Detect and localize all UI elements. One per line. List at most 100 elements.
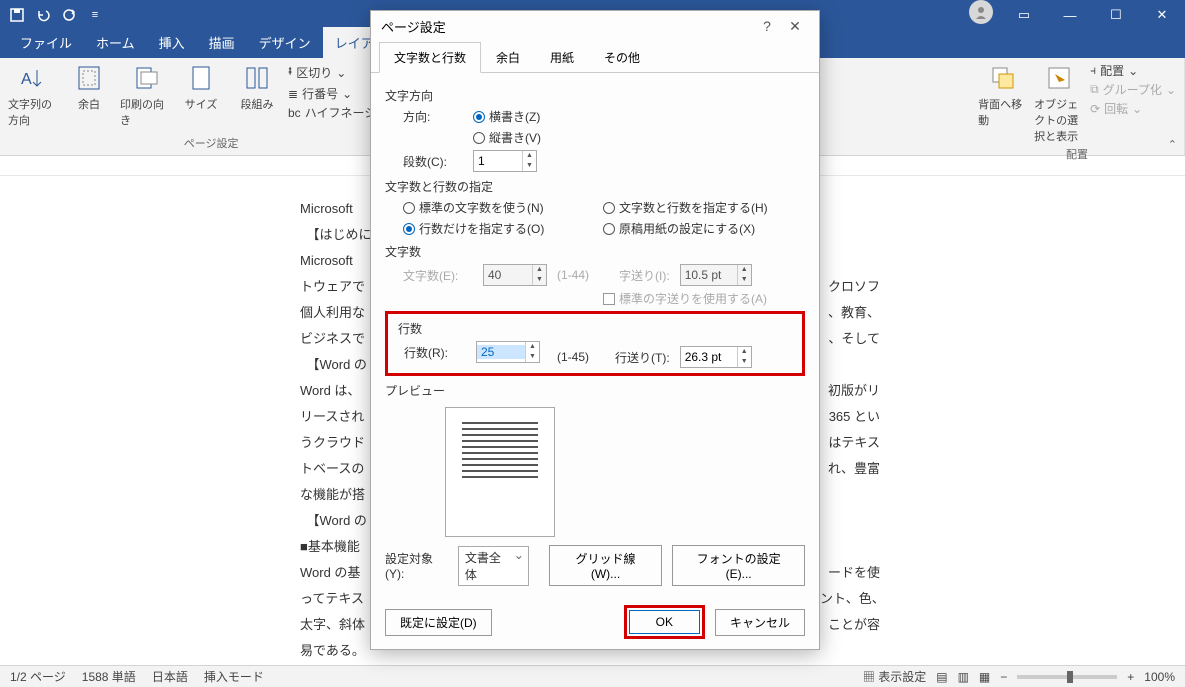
spinner-line-pitch[interactable]: ▲▼: [680, 346, 752, 368]
label-char-pitch: 字送り(I):: [619, 267, 670, 284]
zoom-slider[interactable]: [1017, 675, 1117, 679]
tab-file[interactable]: ファイル: [8, 27, 84, 58]
status-insert-mode[interactable]: 挿入モード: [204, 668, 264, 685]
btn-cancel[interactable]: キャンセル: [715, 609, 805, 636]
dlg-tab-margins[interactable]: 余白: [481, 42, 535, 73]
page-setup-dialog: ページ設定 ? ✕ 文字数と行数 余白 用紙 その他 文字方向 方向: 横書き(…: [370, 10, 820, 650]
dialog-close-button[interactable]: ✕: [781, 18, 809, 35]
maximize-button[interactable]: ☐: [1093, 0, 1139, 30]
ribbon-collapse-icon[interactable]: ⌃: [1168, 138, 1177, 151]
save-icon[interactable]: [6, 4, 28, 26]
btn-set-default[interactable]: 既定に設定(D): [385, 609, 492, 636]
checkbox-std-pitch: 標準の字送りを使用する(A): [603, 290, 767, 307]
label: 文字列の方向: [8, 96, 58, 128]
preview-pane: [445, 407, 555, 537]
spinner-lines[interactable]: ▲▼: [476, 341, 540, 363]
doc-line: [820, 196, 880, 222]
radio-horizontal[interactable]: 横書き(Z): [473, 108, 540, 125]
qat-customize-icon[interactable]: ≡: [84, 4, 106, 26]
zoom-in-button[interactable]: +: [1127, 670, 1134, 684]
radio-chars-and-lines[interactable]: 文字数と行数を指定する(H): [603, 199, 768, 216]
view-print-icon[interactable]: ▥: [958, 670, 969, 684]
doc-line: [820, 248, 880, 274]
doc-line: ードを使: [820, 560, 880, 586]
account-avatar-icon[interactable]: [969, 0, 993, 24]
btn-margins[interactable]: 余白: [64, 62, 114, 112]
close-button[interactable]: ✕: [1139, 0, 1185, 30]
radio-vertical[interactable]: 縦書き(V): [473, 129, 541, 146]
label-direction: 方向:: [403, 108, 463, 125]
dlg-tab-paper[interactable]: 用紙: [535, 42, 589, 73]
spinner-columns[interactable]: ▲▼: [473, 150, 537, 172]
input-lines[interactable]: [477, 345, 525, 359]
zoom-level[interactable]: 100%: [1144, 670, 1175, 684]
range-lines: (1-45): [557, 350, 589, 364]
dlg-tab-other[interactable]: その他: [589, 42, 655, 73]
tab-insert[interactable]: 挿入: [147, 27, 197, 58]
zoom-out-button[interactable]: −: [1000, 670, 1007, 684]
btn-gridlines[interactable]: グリッド線(W)...: [549, 545, 662, 586]
group-icon: ⧉: [1090, 82, 1099, 97]
doc-line: ことが容: [820, 612, 880, 638]
align-icon: ⫞: [1090, 63, 1096, 78]
btn-ok[interactable]: OK: [629, 610, 700, 634]
group-label-page-setup: ページ設定: [8, 133, 414, 151]
status-words[interactable]: 1588 単語: [82, 668, 136, 685]
spinner-chars: ▲▼: [483, 264, 547, 286]
doc-line: クロソフ: [820, 274, 880, 300]
radio-standard-chars[interactable]: 標準の文字数を使う(N): [403, 199, 593, 216]
range-chars: (1-44): [557, 268, 589, 282]
btn-font-settings[interactable]: フォントの設定(E)...: [672, 545, 805, 586]
highlight-ok: OK: [624, 605, 705, 639]
dialog-help-button[interactable]: ?: [753, 18, 781, 34]
ribbon-display-button[interactable]: ▭: [1001, 0, 1047, 30]
btn-orientation[interactable]: 印刷の向き: [120, 62, 170, 128]
status-bar: 1/2 ページ 1588 単語 日本語 挿入モード ▦ 表示設定 ▤ ▥ ▦ −…: [0, 665, 1185, 687]
radio-genko[interactable]: 原稿用紙の設定にする(X): [603, 220, 755, 237]
btn-selection-pane[interactable]: オブジェクトの選択と表示: [1034, 62, 1084, 144]
btn-group[interactable]: ⧉グループ化 ⌄: [1090, 81, 1176, 98]
tab-draw[interactable]: 描画: [197, 27, 247, 58]
btn-rotate[interactable]: ⟳回転 ⌄: [1090, 100, 1176, 117]
btn-columns[interactable]: 段組み: [232, 62, 282, 112]
label-columns: 段数(C):: [403, 153, 463, 170]
display-settings-button[interactable]: ▦ 表示設定: [863, 668, 926, 685]
btn-text-direction[interactable]: A 文字列の方向: [8, 62, 58, 128]
orientation-icon: [129, 62, 161, 94]
doc-line: [820, 638, 880, 664]
tab-design[interactable]: デザイン: [247, 27, 323, 58]
size-icon: [185, 62, 217, 94]
label: オブジェクトの選択と表示: [1034, 96, 1084, 144]
dlg-tab-chars-lines[interactable]: 文字数と行数: [379, 42, 481, 73]
doc-line: れ、豊富: [820, 456, 880, 482]
line-numbers-icon: ≣: [288, 87, 298, 101]
btn-align[interactable]: ⫞配置 ⌄: [1090, 62, 1176, 79]
label-line-pitch: 行送り(T):: [615, 349, 670, 366]
doc-line: [820, 482, 880, 508]
label: 余白: [78, 96, 100, 112]
label-chars: 文字数(E):: [403, 267, 473, 284]
input-columns[interactable]: [474, 154, 522, 168]
document-right-edge: クロソフ、教育、、そして 初版がリ365 といはテキスれ、豊富 ードを使ント、色…: [820, 176, 880, 665]
view-read-icon[interactable]: ▤: [936, 670, 947, 684]
btn-size[interactable]: サイズ: [176, 62, 226, 112]
tab-home[interactable]: ホーム: [84, 27, 147, 58]
section-chars: 文字数: [385, 243, 805, 260]
btn-send-backward[interactable]: 背面へ移動: [978, 62, 1028, 128]
redo-icon[interactable]: [58, 4, 80, 26]
combo-apply-to[interactable]: 文書全体: [458, 546, 529, 586]
margins-icon: [73, 62, 105, 94]
minimize-button[interactable]: —: [1047, 0, 1093, 30]
section-preview: プレビュー: [385, 382, 805, 399]
doc-line: はテキス: [820, 430, 880, 456]
label: 段組み: [241, 96, 274, 112]
undo-icon[interactable]: [32, 4, 54, 26]
label: 印刷の向き: [120, 96, 170, 128]
label: サイズ: [185, 96, 218, 112]
view-web-icon[interactable]: ▦: [979, 670, 990, 684]
radio-lines-only[interactable]: 行数だけを指定する(O): [403, 220, 593, 237]
status-page[interactable]: 1/2 ページ: [10, 668, 66, 685]
input-line-pitch[interactable]: [681, 350, 737, 364]
status-language[interactable]: 日本語: [152, 668, 188, 685]
breaks-icon: ⭻: [288, 62, 292, 83]
